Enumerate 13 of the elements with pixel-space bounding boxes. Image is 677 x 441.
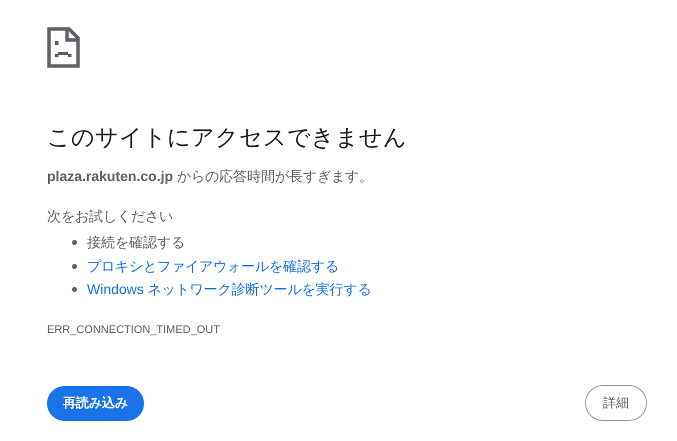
details-button[interactable]: 詳細: [585, 385, 647, 421]
suggestion-link[interactable]: Windows ネットワーク診断ツールを実行する: [87, 279, 372, 300]
bullet-icon: [72, 240, 77, 246]
error-heading: このサイトにアクセスできません: [47, 123, 407, 152]
bullet-icon: [72, 264, 77, 269]
suggestion-text: 接続を確認する: [87, 233, 185, 252]
sad-page-icon: [47, 27, 80, 68]
error-code: ERR_CONNECTION_TIMED_OUT: [47, 322, 220, 338]
reload-button[interactable]: 再読み込み: [47, 386, 144, 420]
suggestion-link[interactable]: プロキシとファイアウォールを確認する: [87, 256, 339, 277]
bullet-icon: [72, 287, 77, 292]
error-message: plaza.rakuten.co.jp からの応答時間が長すぎます。: [47, 167, 373, 186]
suggestions-title: 次をお試しください: [47, 207, 173, 226]
